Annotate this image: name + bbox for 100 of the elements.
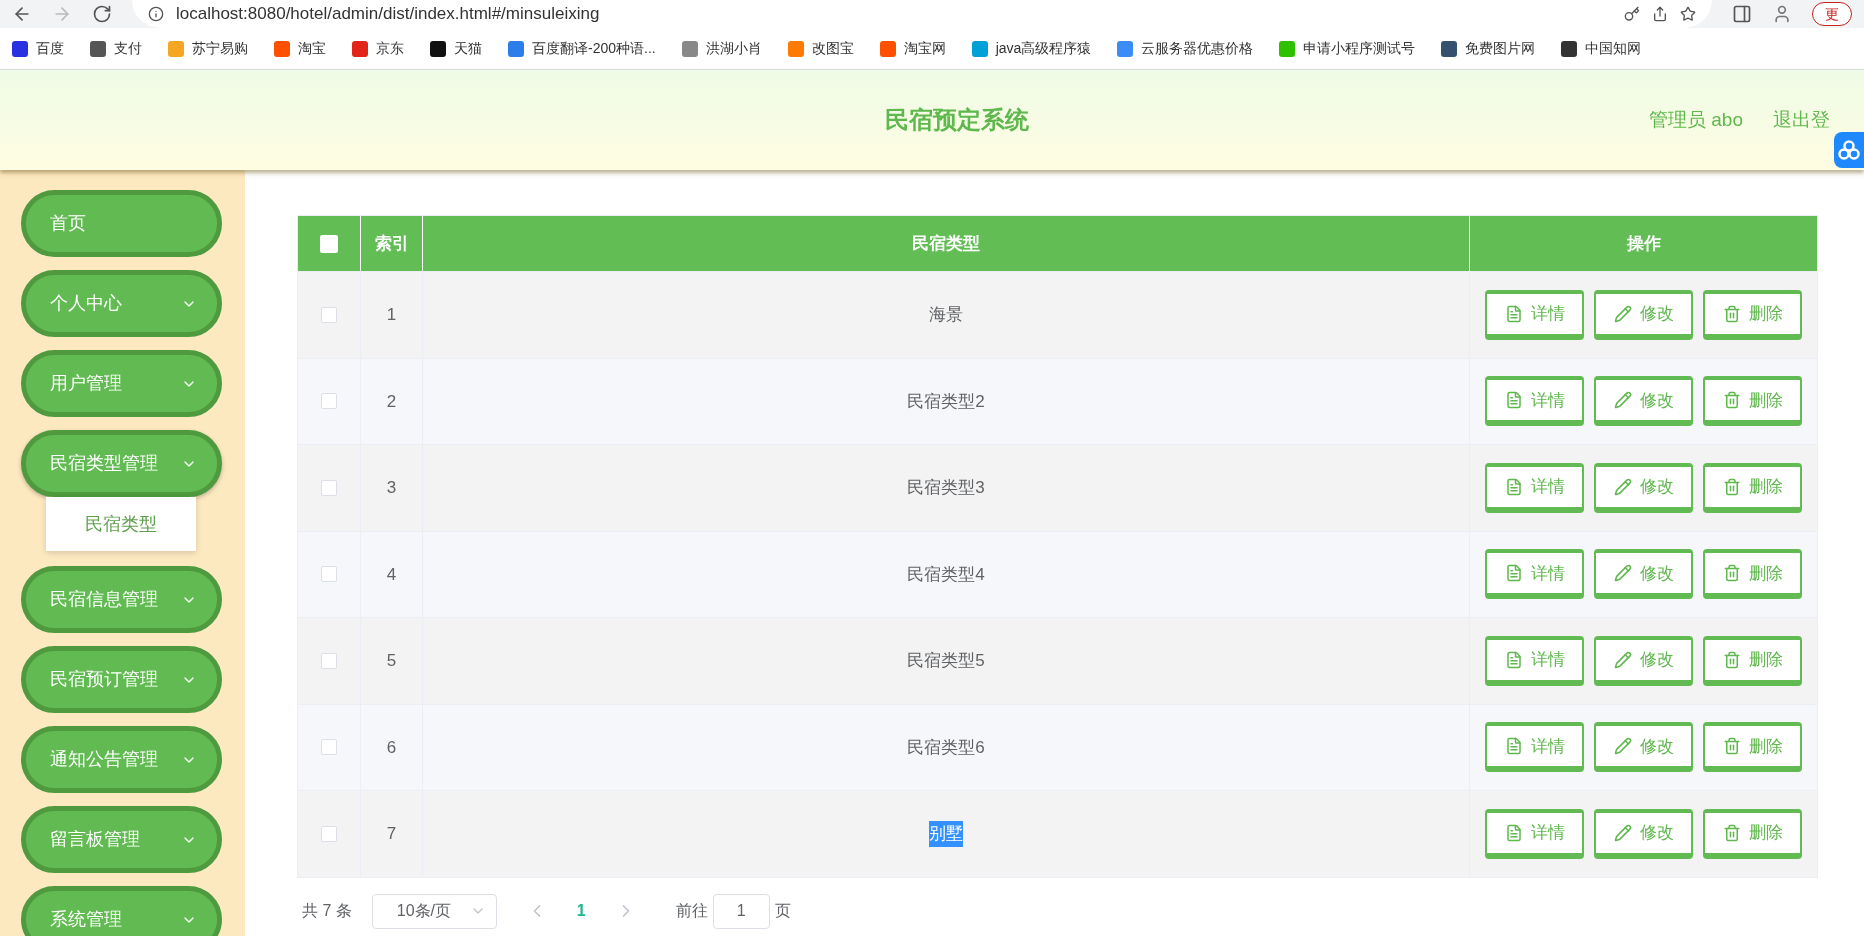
pencil-icon xyxy=(1613,477,1632,496)
trash-icon xyxy=(1722,737,1741,756)
document-icon xyxy=(1504,564,1523,583)
bookmark-link[interactable]: 改图宝 xyxy=(811,38,854,59)
menu-item[interactable]: 通知公告管理 xyxy=(21,726,222,793)
profile-icon[interactable] xyxy=(1772,4,1792,24)
row-checkbox[interactable] xyxy=(321,739,337,756)
cloud-widget-icon[interactable] xyxy=(1834,132,1864,168)
document-icon xyxy=(1504,650,1523,669)
delete-button[interactable]: 删除 xyxy=(1703,549,1802,600)
document-icon xyxy=(1504,304,1523,323)
edit-button[interactable]: 修改 xyxy=(1594,462,1693,513)
menu-item[interactable]: 民宿信息管理 xyxy=(21,566,222,633)
index-cell-text: 6 xyxy=(386,736,397,759)
menu-item[interactable]: 首页 xyxy=(21,190,222,257)
bookmark-link[interactable]: 京东 xyxy=(376,38,404,59)
goto-page-input[interactable]: 1 xyxy=(712,893,770,929)
menu-item[interactable]: 民宿类型管理 xyxy=(21,430,222,497)
bookmark-link[interactable]: 中国知网 xyxy=(1585,38,1642,59)
edit-button[interactable]: 修改 xyxy=(1594,635,1693,686)
row-checkbox[interactable] xyxy=(321,566,337,583)
index-cell-text: 2 xyxy=(386,390,397,413)
select-all-checkbox[interactable] xyxy=(320,234,338,253)
edit-button[interactable]: 修改 xyxy=(1594,289,1693,340)
details-button[interactable]: 详情 xyxy=(1485,289,1584,340)
site-title: 民宿预定系统 xyxy=(885,105,1029,135)
submenu-item[interactable]: 民宿类型 xyxy=(46,497,196,551)
details-button[interactable]: 详情 xyxy=(1485,549,1584,600)
trash-icon xyxy=(1722,391,1741,410)
delete-button[interactable]: 删除 xyxy=(1703,635,1802,686)
bookmark-link[interactable]: 洪湖小肖 xyxy=(705,38,762,59)
update-button[interactable]: 更 xyxy=(1812,2,1852,26)
delete-button[interactable]: 删除 xyxy=(1703,808,1802,859)
details-button[interactable]: 详情 xyxy=(1485,462,1584,513)
index-cell-text: 7 xyxy=(386,823,397,845)
row-checkbox[interactable] xyxy=(321,306,337,323)
bookmark-link[interactable]: 淘宝网 xyxy=(903,38,946,59)
document-icon xyxy=(1504,391,1523,410)
row-checkbox[interactable] xyxy=(321,479,337,496)
bookmark-link[interactable]: java高级程序猿 xyxy=(995,38,1092,59)
row-checkbox[interactable] xyxy=(321,393,337,410)
type-cell-text: 民宿类型4 xyxy=(907,563,985,586)
bookmark-link[interactable]: 淘宝 xyxy=(298,38,326,59)
trash-icon xyxy=(1722,477,1741,496)
pencil-icon xyxy=(1613,391,1632,410)
delete-button[interactable]: 删除 xyxy=(1703,462,1802,513)
menu-item[interactable]: 用户管理 xyxy=(21,350,222,417)
pencil-icon xyxy=(1613,823,1632,842)
type-cell-text: 海景 xyxy=(929,304,963,326)
edit-button[interactable]: 修改 xyxy=(1594,549,1693,600)
bookmark-link[interactable]: 百度翻译-200种语... xyxy=(532,38,656,59)
share-icon[interactable] xyxy=(1652,6,1668,22)
menu-item[interactable]: 民宿预订管理 xyxy=(21,646,222,713)
document-icon xyxy=(1504,737,1523,756)
pencil-icon xyxy=(1613,564,1632,583)
index-cell-text: 4 xyxy=(386,563,397,586)
type-cell-text: 民宿类型5 xyxy=(907,650,985,672)
bookmark-link[interactable]: 百度 xyxy=(36,38,64,59)
trash-icon xyxy=(1722,823,1741,842)
row-checkbox[interactable] xyxy=(321,825,337,842)
pencil-icon xyxy=(1613,650,1632,669)
address-bar[interactable]: localhost:8080/hotel/admin/dist/index.html#/minsuleixing xyxy=(132,0,1712,28)
details-button[interactable]: 详情 xyxy=(1485,376,1584,427)
delete-button[interactable]: 删除 xyxy=(1703,289,1802,340)
goto-label: 前往 xyxy=(675,901,708,921)
column-header: 操作 xyxy=(1625,232,1662,255)
bookmark-link[interactable]: 免费图片网 xyxy=(1465,38,1536,59)
document-icon xyxy=(1504,477,1523,496)
row-checkbox[interactable] xyxy=(321,652,337,669)
edit-button[interactable]: 修改 xyxy=(1594,808,1693,859)
details-button[interactable]: 详情 xyxy=(1485,808,1584,859)
trash-icon xyxy=(1722,564,1741,583)
page-number[interactable]: 1 xyxy=(576,899,586,923)
bookmark-link[interactable]: 云服务器优惠价格 xyxy=(1141,38,1254,59)
bookmark-link[interactable]: 申请小程序测试号 xyxy=(1303,38,1416,59)
menu-item[interactable]: 系统管理 xyxy=(21,886,222,936)
delete-button[interactable]: 删除 xyxy=(1703,376,1802,427)
menu-item[interactable]: 个人中心 xyxy=(21,270,222,337)
bookmark-link[interactable]: 天猫 xyxy=(454,38,482,59)
details-button[interactable]: 详情 xyxy=(1485,635,1584,686)
bookmark-link[interactable]: 支付 xyxy=(114,38,142,59)
trash-icon xyxy=(1722,650,1741,669)
index-cell-text: 1 xyxy=(386,304,397,326)
edit-button[interactable]: 修改 xyxy=(1594,376,1693,427)
star-icon[interactable] xyxy=(1680,6,1696,22)
edit-button[interactable]: 修改 xyxy=(1594,722,1693,773)
type-cell-text: 民宿类型6 xyxy=(907,736,985,759)
index-cell-text: 5 xyxy=(386,650,397,672)
type-cell: 别墅 xyxy=(929,821,963,847)
logout-link[interactable]: 退出登 xyxy=(1773,105,1830,135)
bookmark-link[interactable]: 苏宁易购 xyxy=(192,38,248,59)
type-cell-text: 民宿类型3 xyxy=(907,477,985,499)
menu-item[interactable]: 留言板管理 xyxy=(21,806,222,873)
page-size-select[interactable]: 10条/页 xyxy=(371,893,497,929)
reload-icon[interactable] xyxy=(92,4,112,24)
key-icon[interactable] xyxy=(1624,6,1640,22)
side-panel-icon[interactable] xyxy=(1732,4,1752,24)
url-text: localhost:8080/hotel/admin/dist/index.html#/minsuleixing xyxy=(176,3,600,26)
delete-button[interactable]: 删除 xyxy=(1703,722,1802,773)
details-button[interactable]: 详情 xyxy=(1485,722,1584,773)
